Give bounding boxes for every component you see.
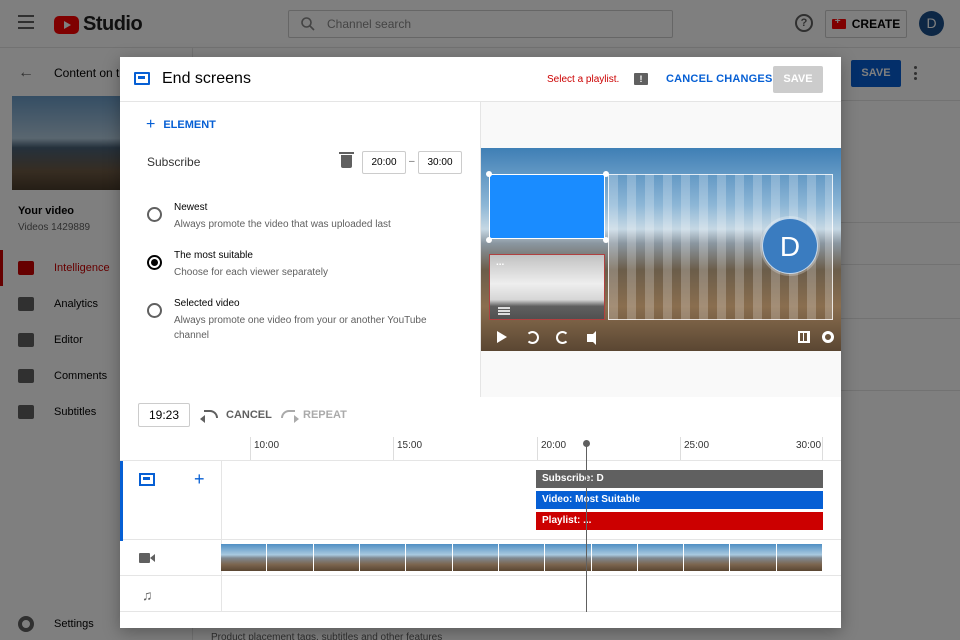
plus-icon: + xyxy=(146,116,156,133)
end-screen-track: + Subscribe: D Video: Most Suitable Play… xyxy=(120,460,841,541)
radio-most-suitable[interactable] xyxy=(147,255,162,270)
ruler-tick xyxy=(822,437,823,460)
video-filmstrip[interactable] xyxy=(221,544,824,571)
cancel-changes-button[interactable]: CANCEL CHANGES xyxy=(666,73,773,85)
filmstrip-frame xyxy=(313,544,360,571)
volume-icon[interactable] xyxy=(587,331,596,345)
dialog-title: End screens xyxy=(162,70,251,87)
timeline-bar-subscribe[interactable]: Subscribe: D xyxy=(536,470,823,488)
end-screen-playlist-element[interactable]: ... xyxy=(489,254,605,320)
track-divider xyxy=(221,576,222,612)
add-element-label: ELEMENT xyxy=(163,119,216,131)
tick-label: 10:00 xyxy=(254,440,280,451)
end-screen-video-element[interactable] xyxy=(489,174,605,239)
playlist-icon xyxy=(498,307,510,315)
ruler-tick xyxy=(680,437,681,460)
end-screen-track-icon xyxy=(139,473,155,486)
track-selected-indicator xyxy=(120,461,123,541)
error-message: Select a playlist. xyxy=(547,74,620,85)
resize-handle[interactable] xyxy=(603,237,609,243)
add-element-icon[interactable]: + xyxy=(194,469,205,490)
tick-label: 20:00 xyxy=(541,440,567,451)
ruler-tick xyxy=(393,437,394,460)
feedback-icon[interactable]: ! xyxy=(634,73,648,85)
trash-icon[interactable] xyxy=(339,152,354,168)
end-screen-icon xyxy=(134,72,150,85)
dialog-header: End screens Select a playlist. ! CANCEL … xyxy=(120,57,841,102)
filmstrip-frame xyxy=(406,544,453,571)
resize-handle[interactable] xyxy=(486,171,492,177)
filmstrip-frame xyxy=(730,544,777,571)
filmstrip-frame xyxy=(267,544,314,571)
video-preview[interactable]: ... D xyxy=(481,148,841,351)
track-divider xyxy=(221,461,222,541)
filmstrip-frame xyxy=(776,544,824,571)
filmstrip-frame xyxy=(359,544,407,571)
radio-selected-video[interactable] xyxy=(147,303,162,318)
filmstrip-frame xyxy=(498,544,546,571)
option-title: The most suitable xyxy=(174,250,253,261)
audio-track: ♫ xyxy=(120,576,841,612)
filmstrip-frame xyxy=(591,544,638,571)
resize-handle[interactable] xyxy=(603,171,609,177)
music-note-icon: ♫ xyxy=(142,587,153,603)
tick-label: 30:00 xyxy=(796,440,822,451)
ruler-tick xyxy=(250,437,251,460)
grid-icon[interactable] xyxy=(798,331,810,343)
playlist-title: ... xyxy=(496,257,505,268)
video-camera-icon xyxy=(139,553,155,563)
timeline-bar-video[interactable]: Video: Most Suitable xyxy=(536,491,823,509)
option-description: Always promote the video that was upload… xyxy=(174,219,391,230)
playhead[interactable] xyxy=(583,440,590,612)
filmstrip-frame xyxy=(221,544,268,571)
settings-gear-icon[interactable] xyxy=(822,331,834,343)
timeline-toolbar: 19:23 CANCEL REPEAT xyxy=(120,397,841,437)
option-description: Always promote one video from your or an… xyxy=(174,315,427,341)
timeline-ruler[interactable]: 10:00 15:00 20:00 25:00 30:00 xyxy=(221,437,823,460)
element-settings-pane: + ELEMENT Subscribe 20:00 – 30:00 Newest… xyxy=(120,102,481,397)
tick-label: 15:00 xyxy=(397,440,423,451)
filmstrip-frame xyxy=(637,544,685,571)
time-range-dash: – xyxy=(409,156,415,167)
start-time-input[interactable]: 20:00 xyxy=(362,151,406,174)
ruler-tick xyxy=(537,437,538,460)
forward-icon[interactable] xyxy=(556,331,569,344)
undo-icon[interactable] xyxy=(200,410,218,423)
option-title: Selected video xyxy=(174,298,240,309)
end-screens-dialog: End screens Select a playlist. ! CANCEL … xyxy=(120,57,841,628)
resize-handle[interactable] xyxy=(486,237,492,243)
add-element-button[interactable]: + ELEMENT xyxy=(146,116,216,133)
tick-label: 25:00 xyxy=(684,440,710,451)
video-track xyxy=(120,540,841,576)
option-title: Newest xyxy=(174,202,208,213)
redo-icon xyxy=(281,410,299,423)
end-time-input[interactable]: 30:00 xyxy=(418,151,462,174)
cancel-button[interactable]: CANCEL xyxy=(226,409,272,421)
current-time-field[interactable]: 19:23 xyxy=(138,403,190,427)
filmstrip-frame xyxy=(545,544,592,571)
radio-newest[interactable] xyxy=(147,207,162,222)
rewind-icon[interactable] xyxy=(526,331,539,344)
element-name: Subscribe xyxy=(147,155,201,169)
filmstrip-frame xyxy=(684,544,731,571)
play-icon[interactable] xyxy=(497,331,507,343)
filmstrip-frame xyxy=(452,544,499,571)
option-description: Choose for each viewer separately xyxy=(174,267,328,278)
repeat-button: REPEAT xyxy=(303,409,347,421)
player-controls xyxy=(481,323,841,351)
preview-pane: ... D xyxy=(481,102,841,397)
save-button[interactable]: SAVE xyxy=(773,66,823,93)
timeline-bar-playlist[interactable]: Playlist: ... xyxy=(536,512,823,530)
end-screen-subscribe-element[interactable]: D xyxy=(762,218,818,274)
